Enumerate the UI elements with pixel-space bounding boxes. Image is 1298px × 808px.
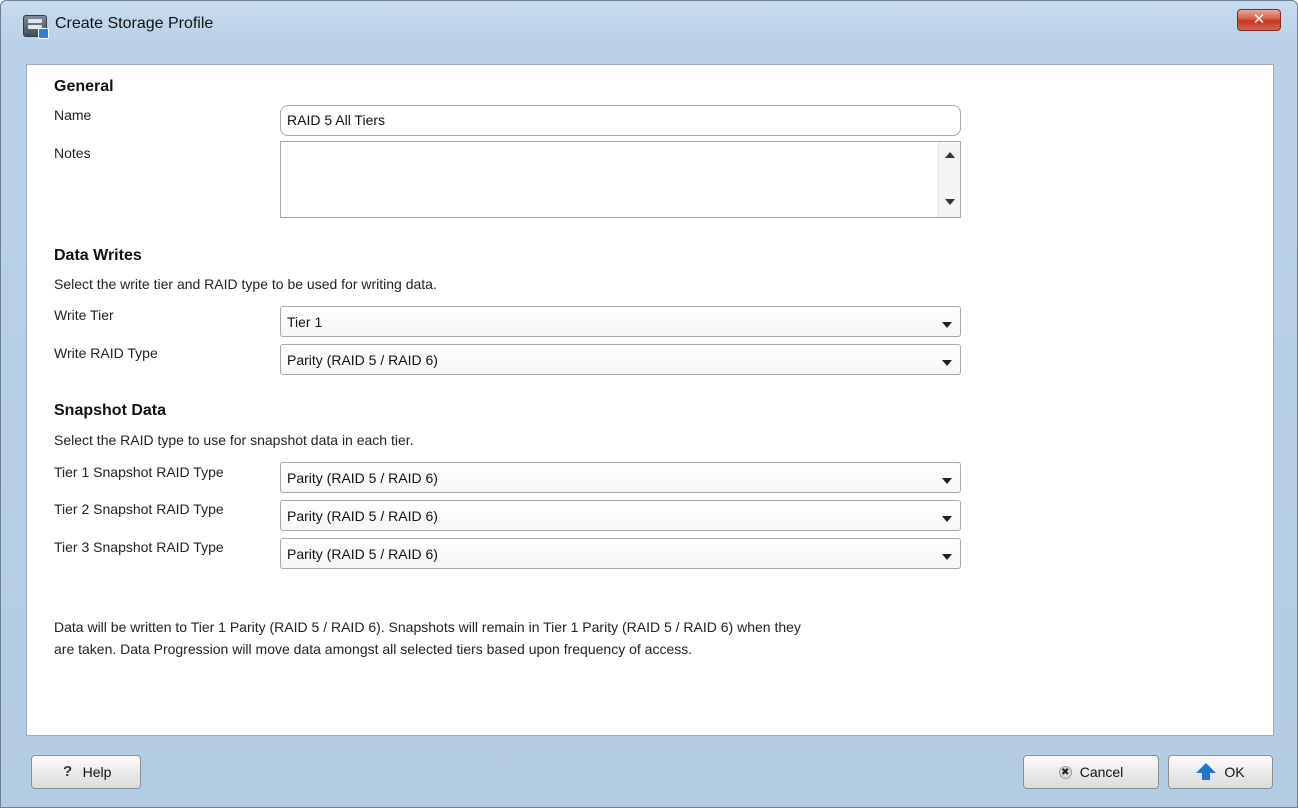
notes-scrollbar[interactable]: [938, 142, 960, 217]
question-icon: ?: [63, 763, 73, 780]
tier1-snapshot-select[interactable]: Parity (RAID 5 / RAID 6): [280, 462, 961, 493]
tier2-snapshot-select[interactable]: Parity (RAID 5 / RAID 6): [280, 500, 961, 531]
write-raid-select[interactable]: Parity (RAID 5 / RAID 6): [280, 344, 961, 375]
chevron-down-icon: [942, 360, 952, 366]
tier3-snapshot-select[interactable]: Parity (RAID 5 / RAID 6): [280, 538, 961, 569]
notes-label: Notes: [54, 145, 91, 161]
close-button[interactable]: ✕: [1237, 9, 1281, 31]
data-writes-section-title: Data Writes: [54, 247, 142, 264]
snapshot-description: Select the RAID type to use for snapshot…: [54, 432, 414, 448]
snapshot-section-title: Snapshot Data: [54, 402, 167, 419]
dialog-content: General Name RAID 5 All Tiers Notes Data…: [26, 64, 1274, 736]
general-section-title: General: [54, 78, 114, 95]
up-arrow-icon: [1196, 763, 1217, 781]
chevron-down-icon: [942, 516, 952, 522]
help-button[interactable]: ? Help: [31, 755, 141, 789]
cancel-x-icon: ✖: [1058, 765, 1072, 779]
write-raid-value: Parity (RAID 5 / RAID 6): [287, 352, 438, 368]
tier1-snapshot-label: Tier 1 Snapshot RAID Type: [54, 464, 224, 480]
cancel-button[interactable]: ✖ Cancel: [1023, 755, 1159, 789]
scroll-up-icon[interactable]: [945, 152, 955, 158]
summary-line-1: Data will be written to Tier 1 Parity (R…: [54, 619, 801, 635]
cancel-button-label: Cancel: [1079, 764, 1124, 780]
tier2-snapshot-label: Tier 2 Snapshot RAID Type: [54, 501, 224, 517]
name-label: Name: [54, 107, 92, 123]
tier2-snapshot-value: Parity (RAID 5 / RAID 6): [287, 508, 438, 524]
dialog-window: Create Storage Profile ✕ General Name RA…: [0, 0, 1298, 808]
window-title: Create Storage Profile: [55, 15, 214, 32]
title-bar[interactable]: Create Storage Profile ✕: [1, 1, 1297, 43]
tier3-snapshot-value: Parity (RAID 5 / RAID 6): [287, 546, 438, 562]
ok-button[interactable]: OK: [1168, 755, 1273, 789]
chevron-down-icon: [942, 478, 952, 484]
tier3-snapshot-label: Tier 3 Snapshot RAID Type: [54, 539, 224, 555]
write-tier-label: Write Tier: [54, 307, 114, 323]
write-tier-select[interactable]: Tier 1: [280, 306, 961, 337]
chevron-down-icon: [942, 322, 952, 328]
ok-button-label: OK: [1224, 764, 1245, 780]
data-writes-description: Select the write tier and RAID type to b…: [54, 276, 437, 292]
notes-textarea[interactable]: [280, 141, 961, 218]
help-button-label: Help: [82, 764, 112, 780]
chevron-down-icon: [942, 554, 952, 560]
tier1-snapshot-value: Parity (RAID 5 / RAID 6): [287, 470, 438, 486]
storage-profile-icon: [23, 15, 49, 39]
write-raid-label: Write RAID Type: [54, 345, 158, 361]
write-tier-value: Tier 1: [287, 314, 323, 330]
scroll-down-icon[interactable]: [945, 199, 955, 205]
summary-line-2: are taken. Data Progression will move da…: [54, 641, 693, 657]
name-input[interactable]: RAID 5 All Tiers: [280, 105, 961, 136]
